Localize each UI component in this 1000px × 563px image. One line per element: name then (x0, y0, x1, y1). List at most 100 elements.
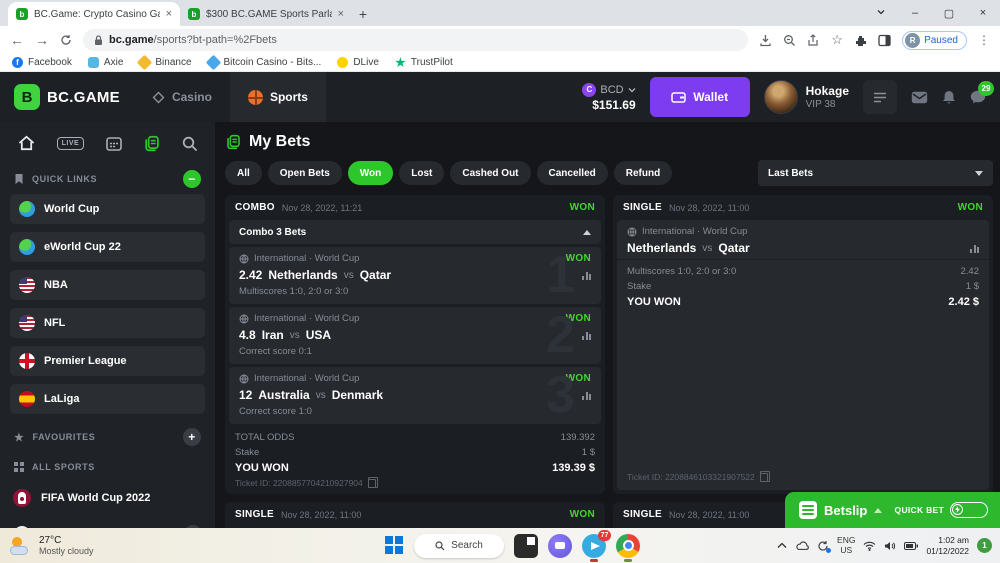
filter-open-bets[interactable]: Open Bets (268, 161, 342, 185)
bookmark-binance[interactable]: Binance (139, 57, 191, 68)
tab-search-icon[interactable] (864, 7, 898, 20)
start-button[interactable] (385, 536, 404, 555)
address-bar[interactable]: bc.game/sports?bt-path=%2Fbets (83, 29, 748, 51)
sidebar-item-premier-league[interactable]: Premier League (10, 346, 205, 376)
star-icon (395, 57, 406, 68)
filter-won[interactable]: Won (348, 161, 393, 185)
onedrive-icon[interactable] (795, 541, 809, 550)
my-bets-icon[interactable] (143, 135, 160, 152)
globe-icon (239, 314, 249, 324)
chat-app-icon[interactable] (548, 534, 572, 558)
betslip-bar[interactable]: Betslip QUICK BET (785, 492, 1000, 528)
wallet-button[interactable]: Wallet (650, 77, 750, 117)
chevron-down-icon (975, 171, 983, 176)
bookmark-trustpilot[interactable]: TrustPilot (395, 57, 453, 68)
chevron-up-icon (583, 230, 591, 235)
quick-bet-toggle[interactable] (950, 502, 988, 518)
browser-tab-2[interactable]: b $300 BC.GAME Sports Parlays Ch × (180, 2, 352, 26)
reload-button[interactable] (60, 34, 72, 46)
notifications-button[interactable] (942, 90, 956, 105)
stats-icon[interactable] (970, 244, 979, 253)
taskbar-search[interactable]: Search (414, 534, 504, 558)
sync-icon[interactable] (817, 540, 829, 552)
home-icon[interactable] (18, 135, 35, 151)
profile-chip[interactable]: R Paused (902, 31, 967, 50)
forward-button[interactable]: → (35, 33, 49, 47)
clock[interactable]: 1:02 am 01/12/2022 (926, 535, 969, 556)
bookmark-facebook[interactable]: fFacebook (12, 57, 72, 68)
bookmark-dlive[interactable]: DLive (337, 57, 379, 68)
chat-button[interactable]: 29 (970, 90, 986, 104)
live-icon[interactable]: LIVE (57, 137, 85, 150)
site-header: B BC.GAME Casino Sports C BCD $151.69 Wa… (0, 72, 1000, 122)
vip-level: VIP 38 (806, 99, 849, 110)
user-profile[interactable]: Hokage VIP 38 (764, 80, 849, 114)
bet-type: SINGLE (623, 202, 662, 213)
weather-widget[interactable]: 27°C Mostly cloudy (0, 535, 220, 556)
bcgame-logo[interactable]: B BC.GAME (0, 84, 134, 110)
sidebar-item-eworld-cup[interactable]: eWorld Cup 22 (10, 232, 205, 262)
extensions-icon[interactable] (854, 34, 867, 47)
bet-list-button[interactable] (863, 80, 897, 114)
tab-close-icon[interactable]: × (338, 8, 344, 20)
nav-casino[interactable]: Casino (134, 72, 230, 122)
you-won-label: YOU WON (627, 296, 681, 308)
bookmark-star-icon[interactable]: ☆ (831, 32, 843, 48)
betslip-label: Betslip (824, 503, 867, 518)
bet-leg-2: 2 International · World Cup WON 4.8 Iran… (229, 307, 601, 364)
taskbar-app-icon[interactable] (514, 534, 538, 558)
schedule-icon[interactable] (106, 136, 122, 151)
battery-icon[interactable] (904, 542, 918, 550)
language-indicator[interactable]: ENG US (837, 536, 855, 556)
zoom-icon[interactable] (783, 34, 796, 47)
maximize-button[interactable]: ▢ (932, 7, 966, 20)
bookmark-axie[interactable]: Axie (88, 57, 123, 68)
stats-icon[interactable] (582, 271, 591, 280)
back-button[interactable]: ← (10, 33, 24, 47)
running-indicator (624, 559, 632, 562)
sidebar-item-laliga[interactable]: LaLiga (10, 384, 205, 414)
add-favourite-button[interactable]: + (183, 428, 201, 446)
sidebar-item-world-cup[interactable]: World Cup (10, 194, 205, 224)
wifi-icon[interactable] (863, 541, 876, 551)
sidebar-item-nfl[interactable]: NFL (10, 308, 205, 338)
new-tab-button[interactable]: + (352, 3, 374, 25)
browser-tab-1[interactable]: b BC.Game: Crypto Casino Games × (8, 2, 180, 26)
filter-cashed-out[interactable]: Cashed Out (450, 161, 530, 185)
collapse-quick-links-button[interactable]: − (183, 170, 201, 188)
side-panel-icon[interactable] (878, 34, 891, 47)
currency-selector[interactable]: C BCD $151.69 (582, 83, 635, 112)
sidebar-item-fifa-world-cup[interactable]: FIFA World Cup 2022 (0, 482, 215, 514)
copy-icon[interactable] (760, 473, 768, 482)
search-icon (435, 541, 445, 551)
grid-icon (14, 462, 24, 472)
tab-close-icon[interactable]: × (166, 8, 172, 20)
stats-icon[interactable] (582, 331, 591, 340)
volume-icon[interactable] (884, 541, 896, 551)
download-icon[interactable] (759, 34, 772, 47)
inbox-button[interactable] (911, 91, 928, 104)
sidebar-item-nba[interactable]: NBA (10, 270, 205, 300)
browser-menu-icon[interactable]: ⋮ (978, 33, 990, 47)
sort-dropdown[interactable]: Last Bets (758, 160, 993, 186)
chrome-icon[interactable] (616, 534, 640, 558)
share-icon[interactable] (807, 34, 820, 47)
bell-icon (942, 90, 956, 105)
hidden-icons-chevron[interactable] (777, 542, 787, 549)
minimize-button[interactable]: – (898, 7, 932, 19)
copy-icon[interactable] (368, 479, 376, 488)
search-icon[interactable] (182, 136, 197, 151)
stats-icon[interactable] (582, 391, 591, 400)
filter-cancelled[interactable]: Cancelled (537, 161, 608, 185)
combo-toggle-row[interactable]: Combo 3 Bets (229, 220, 601, 244)
filter-refund[interactable]: Refund (614, 161, 672, 185)
bookmark-bitcoin-casino[interactable]: Bitcoin Casino - Bits... (208, 57, 322, 68)
filter-all[interactable]: All (225, 161, 262, 185)
window-controls: – ▢ × (864, 0, 1000, 26)
close-button[interactable]: × (966, 7, 1000, 19)
sidebar-item-soccer[interactable]: Soccer + (0, 518, 215, 528)
filter-lost[interactable]: Lost (399, 161, 444, 185)
telegram-icon[interactable]: 77 (582, 534, 606, 558)
notification-badge[interactable]: 1 (977, 538, 992, 553)
nav-sports[interactable]: Sports (230, 72, 326, 122)
